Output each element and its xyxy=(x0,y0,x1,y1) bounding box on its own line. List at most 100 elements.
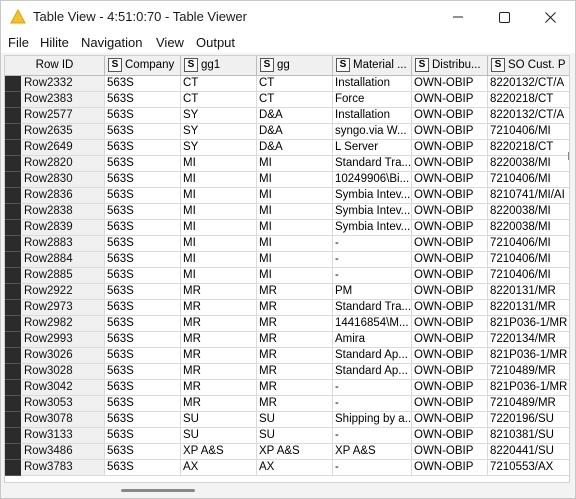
gg-cell[interactable]: MI xyxy=(257,220,333,236)
distribution-cell[interactable]: OWN-OBIP xyxy=(412,268,488,284)
company-cell[interactable]: 563S xyxy=(105,236,181,252)
company-cell[interactable]: 563S xyxy=(105,140,181,156)
table-row[interactable]: Row3486 563S XP A&S XP A&S XP A&S OWN-OBIP 822… xyxy=(5,444,569,460)
gg1-cell[interactable]: XP A&S xyxy=(181,444,257,460)
gg-cell[interactable]: MR xyxy=(257,348,333,364)
material-cell[interactable]: Standard Ap... xyxy=(333,348,412,364)
distribution-cell[interactable]: OWN-OBIP xyxy=(412,92,488,108)
material-cell[interactable]: - xyxy=(333,380,412,396)
so-cust-cell[interactable]: 8220038/MI xyxy=(488,220,569,236)
table-row[interactable]: Row2993 563S MR MR Amira OWN-OBIP 7220134/MR xyxy=(5,332,569,348)
table-row[interactable]: Row2885 563S MI MI - OWN-OBIP 7210406/MI xyxy=(5,268,569,284)
table-row[interactable]: Row2577 563S SY D&A Installation OWN-OBIP 8220… xyxy=(5,108,569,124)
distribution-cell[interactable]: OWN-OBIP xyxy=(412,428,488,444)
table-row[interactable]: Row2884 563S MI MI - OWN-OBIP 7210406/MI xyxy=(5,252,569,268)
company-cell[interactable]: 563S xyxy=(105,364,181,380)
gg-cell[interactable]: MR xyxy=(257,380,333,396)
table-row[interactable]: Row2649 563S SY D&A L Server OWN-OBIP 8220218/… xyxy=(5,140,569,156)
column-header-so-cust[interactable]: S SO Cust. P xyxy=(488,56,569,76)
row-id-cell[interactable]: Row2885 xyxy=(21,268,105,284)
row-id-cell[interactable]: Row2649 xyxy=(21,140,105,156)
so-cust-cell[interactable]: 8220131/MR xyxy=(488,284,569,300)
so-cust-cell[interactable]: 821P036-1/MR xyxy=(488,348,569,364)
so-cust-cell[interactable]: 8220441/SU xyxy=(488,444,569,460)
gg1-cell[interactable]: CT xyxy=(181,92,257,108)
table-row[interactable]: Row2830 563S MI MI 10249906\Bi... OWN-OBIP 721… xyxy=(5,172,569,188)
distribution-cell[interactable]: OWN-OBIP xyxy=(412,124,488,140)
table-row[interactable]: Row3783 563S AX AX - OWN-OBIP 7210553/AX xyxy=(5,460,569,476)
so-cust-cell[interactable]: 7210406/MI xyxy=(488,268,569,284)
material-cell[interactable]: - xyxy=(333,268,412,284)
table-row[interactable]: Row2883 563S MI MI - OWN-OBIP 7210406/MI xyxy=(5,236,569,252)
distribution-cell[interactable]: OWN-OBIP xyxy=(412,412,488,428)
gg1-cell[interactable]: SY xyxy=(181,108,257,124)
company-cell[interactable]: 563S xyxy=(105,204,181,220)
table-row[interactable]: Row2836 563S MI MI Symbia Intev... OWN-OBIP 82… xyxy=(5,188,569,204)
gg-cell[interactable]: SU xyxy=(257,412,333,428)
maximize-button[interactable] xyxy=(481,1,527,33)
row-id-cell[interactable]: Row3078 xyxy=(21,412,105,428)
gg-cell[interactable]: MR xyxy=(257,332,333,348)
gg-cell[interactable]: MI xyxy=(257,204,333,220)
so-cust-cell[interactable]: 7210406/MI xyxy=(488,124,569,140)
gg-cell[interactable]: MR xyxy=(257,364,333,380)
distribution-cell[interactable]: OWN-OBIP xyxy=(412,252,488,268)
so-cust-cell[interactable]: 7210489/MR xyxy=(488,396,569,412)
so-cust-cell[interactable]: 8210381/SU xyxy=(488,428,569,444)
row-id-cell[interactable]: Row3026 xyxy=(21,348,105,364)
table-row[interactable]: Row2383 563S CT CT Force OWN-OBIP 8220218/CT xyxy=(5,92,569,108)
so-cust-cell[interactable]: 821P036-1/MR xyxy=(488,380,569,396)
gg1-cell[interactable]: MR xyxy=(181,300,257,316)
minimize-button[interactable] xyxy=(435,1,481,33)
company-cell[interactable]: 563S xyxy=(105,124,181,140)
menu-view[interactable]: View xyxy=(156,35,184,51)
material-cell[interactable]: Symbia Intev... xyxy=(333,204,412,220)
table-row[interactable]: Row3133 563S SU SU - OWN-OBIP 8210381/SU xyxy=(5,428,569,444)
row-id-cell[interactable]: Row2973 xyxy=(21,300,105,316)
close-button[interactable] xyxy=(527,1,573,33)
row-id-cell[interactable]: Row2836 xyxy=(21,188,105,204)
material-cell[interactable]: Symbia Intev... xyxy=(333,220,412,236)
gg1-cell[interactable]: MI xyxy=(181,236,257,252)
gg1-cell[interactable]: MI xyxy=(181,220,257,236)
gg1-cell[interactable]: MI xyxy=(181,252,257,268)
company-cell[interactable]: 563S xyxy=(105,76,181,92)
gg-cell[interactable]: MI xyxy=(257,172,333,188)
gg1-cell[interactable]: MR xyxy=(181,348,257,364)
company-cell[interactable]: 563S xyxy=(105,460,181,476)
material-cell[interactable]: - xyxy=(333,396,412,412)
gg-cell[interactable]: MR xyxy=(257,316,333,332)
row-id-cell[interactable]: Row2577 xyxy=(21,108,105,124)
material-cell[interactable]: Standard Tra... xyxy=(333,300,412,316)
row-id-cell[interactable]: Row2820 xyxy=(21,156,105,172)
so-cust-cell[interactable]: 7220196/SU xyxy=(488,412,569,428)
gg1-cell[interactable]: MR xyxy=(181,284,257,300)
gg-cell[interactable]: SU xyxy=(257,428,333,444)
title-bar[interactable]: Table View - 4:51:0:70 - Table Viewer xyxy=(1,1,575,33)
distribution-cell[interactable]: OWN-OBIP xyxy=(412,364,488,380)
company-cell[interactable]: 563S xyxy=(105,348,181,364)
distribution-cell[interactable]: OWN-OBIP xyxy=(412,316,488,332)
so-cust-cell[interactable]: 8220038/MI xyxy=(488,156,569,172)
gg1-cell[interactable]: MR xyxy=(181,380,257,396)
column-header-company[interactable]: S Company xyxy=(105,56,181,76)
material-cell[interactable]: Installation xyxy=(333,108,412,124)
row-id-cell[interactable]: Row2922 xyxy=(21,284,105,300)
table-row[interactable]: Row2838 563S MI MI Symbia Intev... OWN-OBIP 82… xyxy=(5,204,569,220)
gg-cell[interactable]: CT xyxy=(257,76,333,92)
material-cell[interactable]: 14416854\M... xyxy=(333,316,412,332)
so-cust-cell[interactable]: 7210406/MI xyxy=(488,252,569,268)
company-cell[interactable]: 563S xyxy=(105,156,181,172)
so-cust-cell[interactable]: 8220132/CT/A xyxy=(488,108,569,124)
table-row[interactable]: Row3042 563S MR MR - OWN-OBIP 821P036-1/MR xyxy=(5,380,569,396)
distribution-cell[interactable]: OWN-OBIP xyxy=(412,300,488,316)
distribution-cell[interactable]: OWN-OBIP xyxy=(412,284,488,300)
row-id-cell[interactable]: Row3053 xyxy=(21,396,105,412)
material-cell[interactable]: Force xyxy=(333,92,412,108)
gg1-cell[interactable]: SY xyxy=(181,124,257,140)
gg-cell[interactable]: MR xyxy=(257,396,333,412)
gg-cell[interactable]: MI xyxy=(257,268,333,284)
gg1-cell[interactable]: MI xyxy=(181,204,257,220)
distribution-cell[interactable]: OWN-OBIP xyxy=(412,348,488,364)
table-row[interactable]: Row2839 563S MI MI Symbia Intev... OWN-OBIP 82… xyxy=(5,220,569,236)
